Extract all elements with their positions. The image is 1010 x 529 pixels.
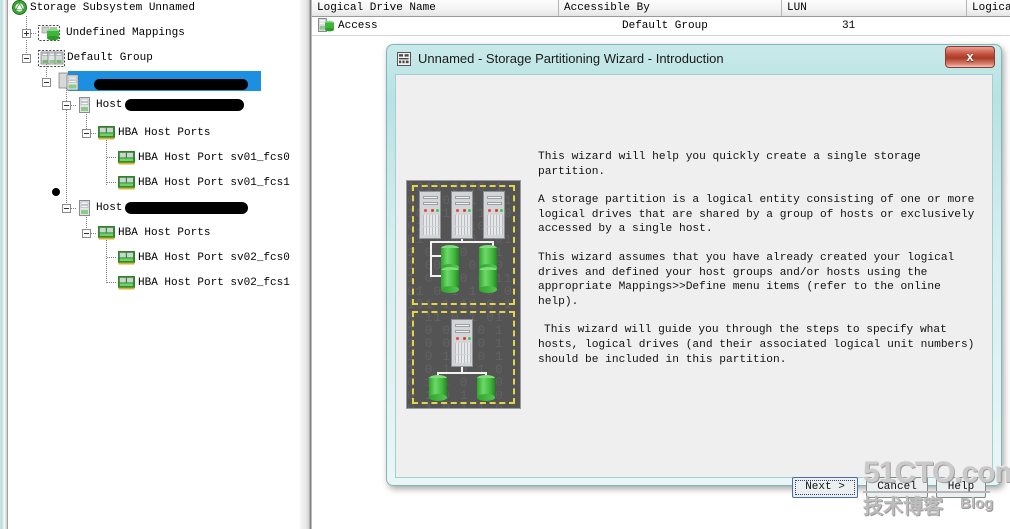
tree-item-label: HBA Host Ports <box>118 127 211 139</box>
logical-drive-icon <box>441 267 459 293</box>
tree-item-label: HBA Host Port sv01_fcs0 <box>138 152 290 164</box>
tree-line <box>106 140 107 185</box>
application-window: Storage Subsystem Unnamed Undefined Mapp… <box>0 0 1010 529</box>
hba-port-icon <box>118 176 135 190</box>
column-header-logical-drive-name[interactable]: Logical Drive Name <box>312 1 558 15</box>
logical-drive-icon <box>477 375 495 401</box>
table-row-separator <box>312 35 1010 36</box>
server-icon <box>483 191 505 239</box>
dialog-content-panel: 1010 0110 1 0 0101 1 0 110 01 0 1 1001 0… <box>395 74 993 498</box>
hba-ports-icon <box>98 126 115 140</box>
connection-line <box>437 372 487 374</box>
help-button[interactable]: Help <box>936 477 986 498</box>
cancel-button[interactable]: Cancel <box>866 477 928 498</box>
tree-expander-host-group[interactable] <box>42 78 51 87</box>
server-icon <box>419 191 441 239</box>
tree-item-label: Default Group <box>67 52 153 64</box>
hba-ports-icon <box>98 226 115 240</box>
table-header-row: Logical Drive Name Accessible By LUN Log… <box>312 0 1010 17</box>
column-header-accessible-by[interactable]: Accessible By <box>559 1 781 15</box>
dialog-description: This wizard will help you quickly create… <box>538 150 978 381</box>
server-icon <box>451 319 473 367</box>
tree-node-marker-dot <box>52 188 60 196</box>
storage-partitioning-wizard-dialog: Unnamed - Storage Partitioning Wizard - … <box>386 44 1002 498</box>
dialog-title-bar[interactable]: Unnamed - Storage Partitioning Wizard - … <box>387 45 1001 73</box>
server-icon <box>451 191 473 239</box>
tree-expander-hba-ports-2[interactable] <box>82 229 91 238</box>
host-group-icon <box>38 50 65 67</box>
tree-item-label: Host <box>96 202 123 214</box>
dialog-paragraph-3: This wizard assumes that you have alread… <box>538 251 955 308</box>
next-button[interactable]: Next > <box>792 477 858 498</box>
tree-expander-undefined-mappings[interactable] <box>22 29 31 38</box>
hba-port-icon <box>118 251 135 265</box>
mappings-tree-panel[interactable]: Storage Subsystem Unnamed Undefined Mapp… <box>8 0 299 529</box>
cell-accessible-by: Default Group <box>622 20 708 32</box>
tree-expander-default-group[interactable] <box>22 54 31 63</box>
tree-expander-host-2[interactable] <box>62 204 71 213</box>
cell-logical-drive-name: Access <box>338 20 378 32</box>
next-button-label: Next > <box>805 481 845 493</box>
storage-partition-diagram: 1010 0110 1 0 0101 1 0 110 01 0 1 1001 0… <box>406 180 521 409</box>
tree-line <box>107 182 116 183</box>
host-icon <box>79 97 90 113</box>
tree-item-label: HBA Host Ports <box>118 227 211 239</box>
connection-line <box>430 241 432 275</box>
redaction-block <box>94 79 248 90</box>
tree-expander-host-1[interactable] <box>62 101 71 110</box>
tree-line <box>106 240 107 284</box>
tree-item-label: Storage Subsystem Unnamed <box>30 2 196 14</box>
tree-expander-hba-ports-1[interactable] <box>82 129 91 138</box>
wizard-icon <box>397 52 411 66</box>
dialog-paragraph-2: A storage partition is a logical entity … <box>538 194 975 236</box>
tree-item-label: Undefined Mappings <box>66 27 185 39</box>
host-group-icon <box>58 72 79 91</box>
dialog-paragraph-4: This wizard will guide you through the s… <box>538 324 975 366</box>
column-header-logical-drive[interactable]: Logical Drive <box>967 1 1010 15</box>
access-drive-icon <box>318 18 334 32</box>
dialog-paragraph-1: This wizard will help you quickly create… <box>538 151 921 178</box>
table-row[interactable]: Access Default Group 31 <box>312 17 1010 35</box>
storage-subsystem-icon <box>12 0 27 15</box>
column-header-lun[interactable]: LUN <box>782 1 966 15</box>
hba-port-icon <box>118 276 135 290</box>
help-button-label: Help <box>947 481 975 493</box>
dialog-close-button[interactable]: x <box>945 46 995 68</box>
logical-drive-icon <box>429 375 447 401</box>
tree-item-label: Host <box>96 99 123 111</box>
dialog-title: Unnamed - Storage Partitioning Wizard - … <box>418 51 724 66</box>
cell-lun: 31 <box>842 20 856 32</box>
tree-item-label: HBA Host Port sv02_fcs0 <box>138 252 290 264</box>
tree-line <box>107 282 116 283</box>
panel-splitter[interactable] <box>299 0 312 529</box>
tree-item-label: HBA Host Port sv01_fcs1 <box>138 177 290 189</box>
connection-line <box>461 239 463 243</box>
redaction-block <box>125 202 248 214</box>
logical-drive-icon <box>479 267 497 293</box>
tree-line <box>107 257 116 258</box>
undefined-mappings-icon <box>38 25 60 41</box>
cancel-button-label: Cancel <box>877 481 917 493</box>
tree-line <box>107 157 116 158</box>
redaction-block <box>125 99 244 111</box>
hba-port-icon <box>118 151 135 165</box>
host-icon <box>79 200 90 216</box>
tree-item-label: HBA Host Port sv02_fcs1 <box>138 277 290 289</box>
